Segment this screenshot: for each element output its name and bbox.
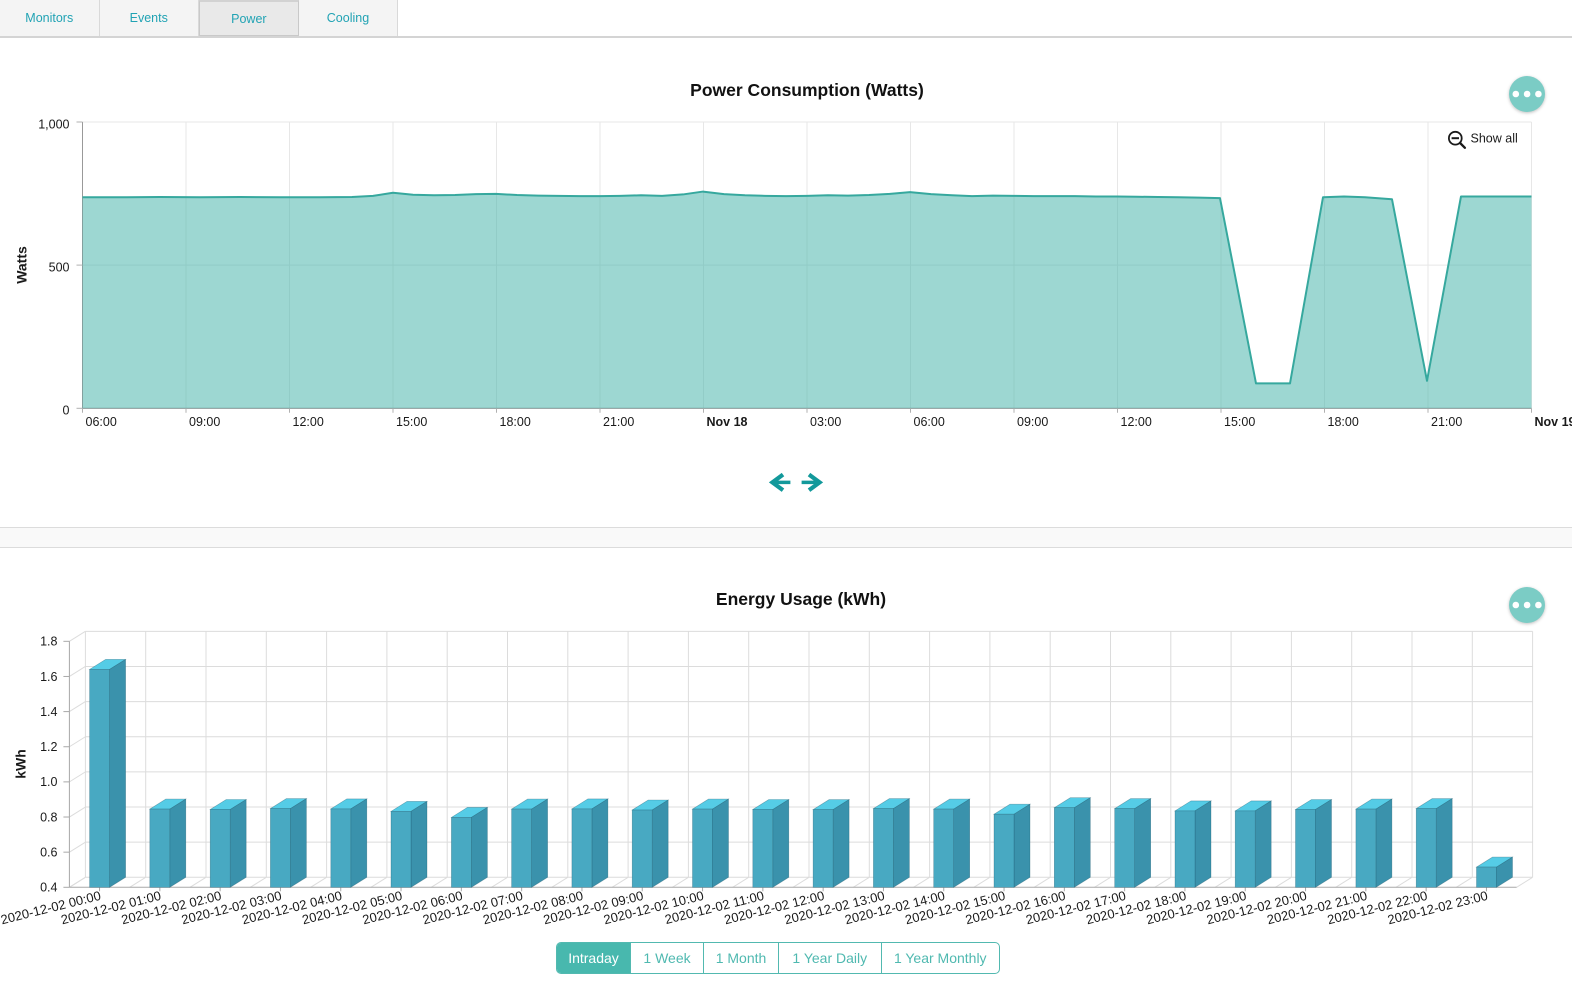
svg-text:1.0: 1.0 (40, 775, 57, 789)
svg-text:1.6: 1.6 (40, 670, 57, 684)
svg-text:18:00: 18:00 (1328, 415, 1359, 429)
svg-text:15:00: 15:00 (396, 415, 427, 429)
svg-text:Show all: Show all (1471, 131, 1518, 145)
svg-text:0.4: 0.4 (40, 881, 57, 895)
svg-text:06:00: 06:00 (86, 415, 117, 429)
svg-text:Nov 18: Nov 18 (707, 415, 748, 429)
svg-text:06:00: 06:00 (914, 415, 945, 429)
svg-text:09:00: 09:00 (189, 415, 220, 429)
svg-text:Nov 19: Nov 19 (1535, 415, 1572, 429)
svg-text:15:00: 15:00 (1224, 415, 1255, 429)
svg-text:03:00: 03:00 (810, 415, 841, 429)
svg-text:Watts: Watts (14, 246, 30, 284)
svg-text:0.6: 0.6 (40, 846, 57, 860)
svg-text:12:00: 12:00 (1121, 415, 1152, 429)
svg-text:500: 500 (49, 260, 70, 274)
svg-text:12:00: 12:00 (293, 415, 324, 429)
svg-text:21:00: 21:00 (603, 415, 634, 429)
svg-text:1.4: 1.4 (40, 705, 57, 719)
svg-text:09:00: 09:00 (1017, 415, 1048, 429)
svg-text:1.8: 1.8 (40, 635, 57, 649)
svg-text:0: 0 (63, 404, 70, 418)
svg-text:18:00: 18:00 (500, 415, 531, 429)
svg-text:kWh: kWh (13, 749, 29, 779)
svg-text:1,000: 1,000 (38, 117, 69, 131)
svg-text:21:00: 21:00 (1431, 415, 1462, 429)
svg-text:0.8: 0.8 (40, 810, 57, 824)
svg-text:1.2: 1.2 (40, 740, 57, 754)
